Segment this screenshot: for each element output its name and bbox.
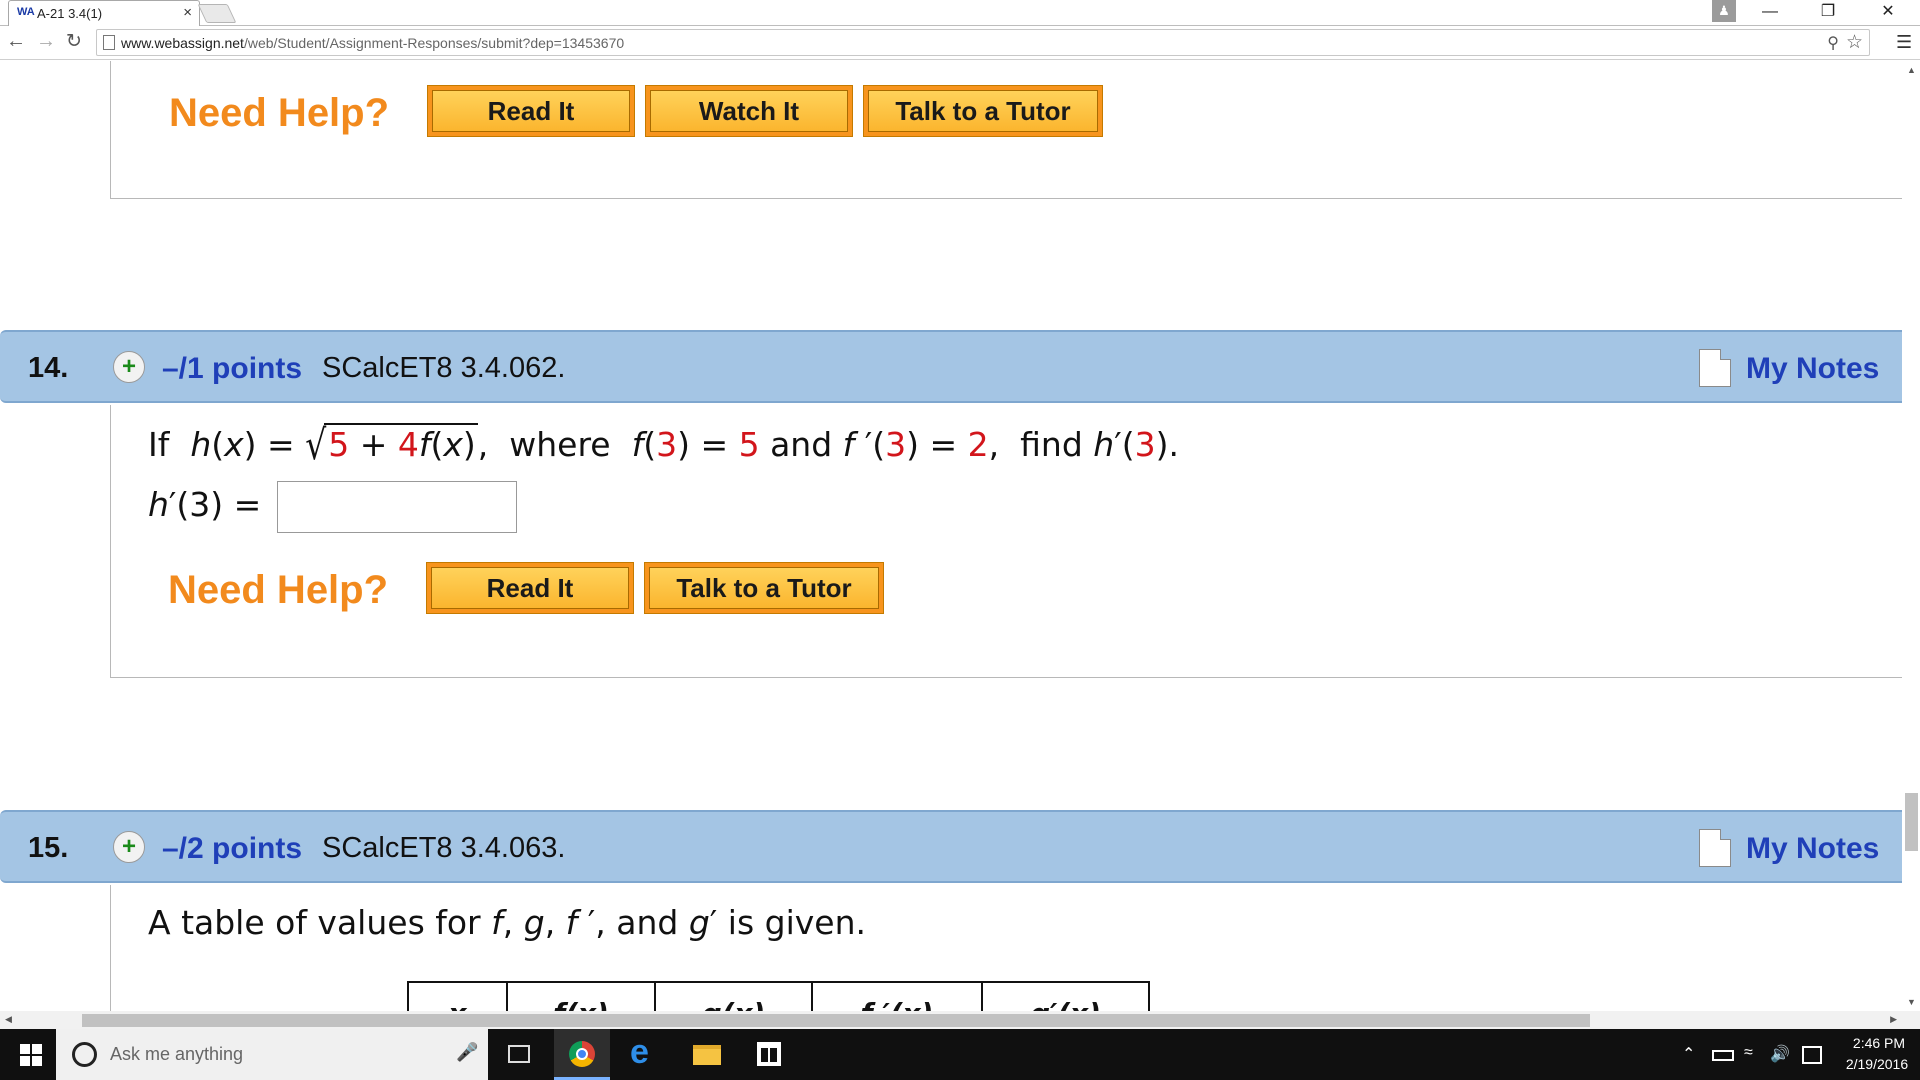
table-header-cell: f(x) (506, 981, 656, 1011)
talk-to-tutor-button[interactable]: Talk to a Tutor (644, 562, 884, 614)
scroll-left-arrow-icon[interactable]: ◀ (5, 1014, 12, 1025)
store-taskbar-button[interactable] (740, 1029, 796, 1080)
browser-toolbar: ← → ↻ www.webassign.net/web/Student/Assi… (0, 26, 1920, 60)
scrollbar-corner (1902, 1011, 1920, 1029)
read-it-button[interactable]: Read It (426, 562, 634, 614)
chrome-taskbar-button[interactable] (554, 1029, 610, 1080)
talk-to-tutor-button[interactable]: Talk to a Tutor (863, 85, 1103, 137)
forward-arrow-icon[interactable]: → (36, 30, 56, 53)
tab-title: A-21 3.4(1) (37, 6, 103, 21)
action-center-icon[interactable] (1802, 1046, 1822, 1064)
vertical-scroll-thumb[interactable] (1905, 793, 1918, 851)
tab-strip: WA A-21 3.4(1) × ♟ — ❐ ✕ (0, 0, 1920, 26)
question-15-header: 15. + –/2 points SCalcET8 3.4.063. My No… (0, 810, 1902, 883)
table-header-cell: g(x) (654, 981, 813, 1011)
talk-to-tutor-label: Talk to a Tutor (868, 90, 1098, 132)
tab-close-icon[interactable]: × (183, 4, 192, 21)
search-placeholder: Ask me anything (110, 1044, 244, 1064)
read-it-label: Read It (431, 567, 629, 609)
prompt-end: is given. (717, 903, 866, 942)
read-it-label: Read It (432, 90, 630, 132)
folder-icon (693, 1045, 721, 1065)
watch-it-button[interactable]: Watch It (645, 85, 853, 137)
prompt-start: A table of values for (148, 903, 492, 942)
answer-input[interactable] (277, 481, 517, 533)
windows-taskbar: Ask me anything 🎤 e ⌃ ≈ 🔊 2:46 PM 2/19/2… (0, 1029, 1920, 1080)
microphone-icon[interactable]: 🎤 (456, 1042, 478, 1063)
previous-question-box: Need Help? Read It Watch It Talk to a Tu… (110, 61, 1902, 199)
zoom-icon[interactable]: ⚲ (1827, 33, 1839, 53)
expand-plus-icon[interactable]: + (113, 351, 145, 383)
horizontal-scrollbar[interactable]: ◀ ▶ (0, 1011, 1902, 1029)
battery-icon[interactable] (1712, 1050, 1734, 1061)
table-header-cell: x (407, 981, 508, 1011)
answer-label: h′(3) = (148, 485, 261, 524)
volume-icon[interactable]: 🔊 (1770, 1044, 1790, 1064)
new-tab-button[interactable] (197, 4, 237, 23)
edge-icon: e (630, 1033, 649, 1071)
cortana-circle-icon (72, 1042, 97, 1067)
file-explorer-taskbar-button[interactable] (678, 1029, 734, 1080)
url-path: /web/Student/Assignment-Responses/submit… (243, 35, 625, 51)
url-text[interactable]: www.webassign.net/web/Student/Assignment… (121, 35, 624, 51)
chrome-icon (569, 1041, 595, 1067)
question-15-prompt: A table of values for f, g, f ′, and g′ … (148, 903, 866, 942)
back-arrow-icon[interactable]: ← (6, 30, 26, 53)
question-14-header: 14. + –/1 points SCalcET8 3.4.062. My No… (0, 330, 1902, 403)
answer-label-fn: h (148, 485, 169, 524)
store-bag-icon (757, 1042, 781, 1066)
horizontal-scroll-thumb[interactable] (82, 1014, 1590, 1027)
my-notes-link[interactable]: My Notes (1746, 352, 1879, 386)
scroll-down-arrow-icon[interactable]: ▼ (1907, 997, 1916, 1007)
values-table: x f(x) g(x) f ′(x) g′(x) (407, 981, 1150, 1011)
page-icon (103, 35, 115, 50)
question-reference: SCalcET8 3.4.063. (322, 832, 566, 864)
cortana-search-box[interactable]: Ask me anything 🎤 (56, 1029, 488, 1080)
points-link[interactable]: –/1 points (162, 352, 302, 386)
watch-it-label: Watch It (650, 90, 848, 132)
table-header-cell: f ′(x) (811, 981, 983, 1011)
address-bar[interactable]: www.webassign.net/web/Student/Assignment… (96, 29, 1870, 56)
my-notes-link[interactable]: My Notes (1746, 832, 1879, 866)
need-help-label: Need Help? (169, 91, 390, 135)
clock-time[interactable]: 2:46 PM (1846, 1035, 1912, 1051)
menu-icon[interactable]: ☰ (1896, 32, 1912, 53)
wifi-icon[interactable]: ≈ (1744, 1044, 1753, 1062)
show-hidden-icons-chevron-icon[interactable]: ⌃ (1682, 1044, 1695, 1064)
question-14-prompt: If h(x) = √5 + 4f(x), where f(3) = 5 and… (148, 420, 1179, 469)
notes-page-icon[interactable] (1699, 349, 1731, 387)
need-help-label: Need Help? (168, 568, 389, 612)
scroll-up-arrow-icon[interactable]: ▲ (1907, 65, 1916, 75)
vertical-scrollbar[interactable]: ▲ ▼ (1902, 61, 1920, 1011)
question-number: 14. (28, 352, 69, 384)
minimize-button[interactable]: — (1748, 0, 1792, 24)
answer-label-rest: ′(3) = (168, 485, 262, 524)
windows-start-icon[interactable] (20, 1044, 42, 1066)
reload-icon[interactable]: ↻ (66, 30, 82, 53)
notes-page-icon[interactable] (1699, 829, 1731, 867)
scroll-right-arrow-icon[interactable]: ▶ (1890, 1014, 1897, 1025)
url-host: www.webassign.net (121, 35, 244, 51)
read-it-button[interactable]: Read It (427, 85, 635, 137)
question-number: 15. (28, 832, 69, 864)
table-header-cell: g′(x) (981, 981, 1150, 1011)
webassign-favicon-icon: WA (17, 6, 35, 18)
edge-taskbar-button[interactable]: e (616, 1029, 672, 1080)
points-link[interactable]: –/2 points (162, 832, 302, 866)
close-window-button[interactable]: ✕ (1866, 0, 1910, 24)
browser-tab[interactable]: WA A-21 3.4(1) × (8, 0, 200, 26)
restore-button[interactable]: ❐ (1806, 0, 1850, 24)
clock-date[interactable]: 2/19/2016 (1840, 1056, 1914, 1072)
talk-to-tutor-label: Talk to a Tutor (649, 567, 879, 609)
bookmark-star-icon[interactable]: ☆ (1846, 31, 1863, 54)
profile-icon[interactable]: ♟ (1712, 0, 1736, 22)
task-view-icon[interactable] (508, 1045, 530, 1063)
page-viewport: Need Help? Read It Watch It Talk to a Tu… (0, 61, 1902, 1011)
expand-plus-icon[interactable]: + (113, 831, 145, 863)
question-reference: SCalcET8 3.4.062. (322, 352, 566, 384)
